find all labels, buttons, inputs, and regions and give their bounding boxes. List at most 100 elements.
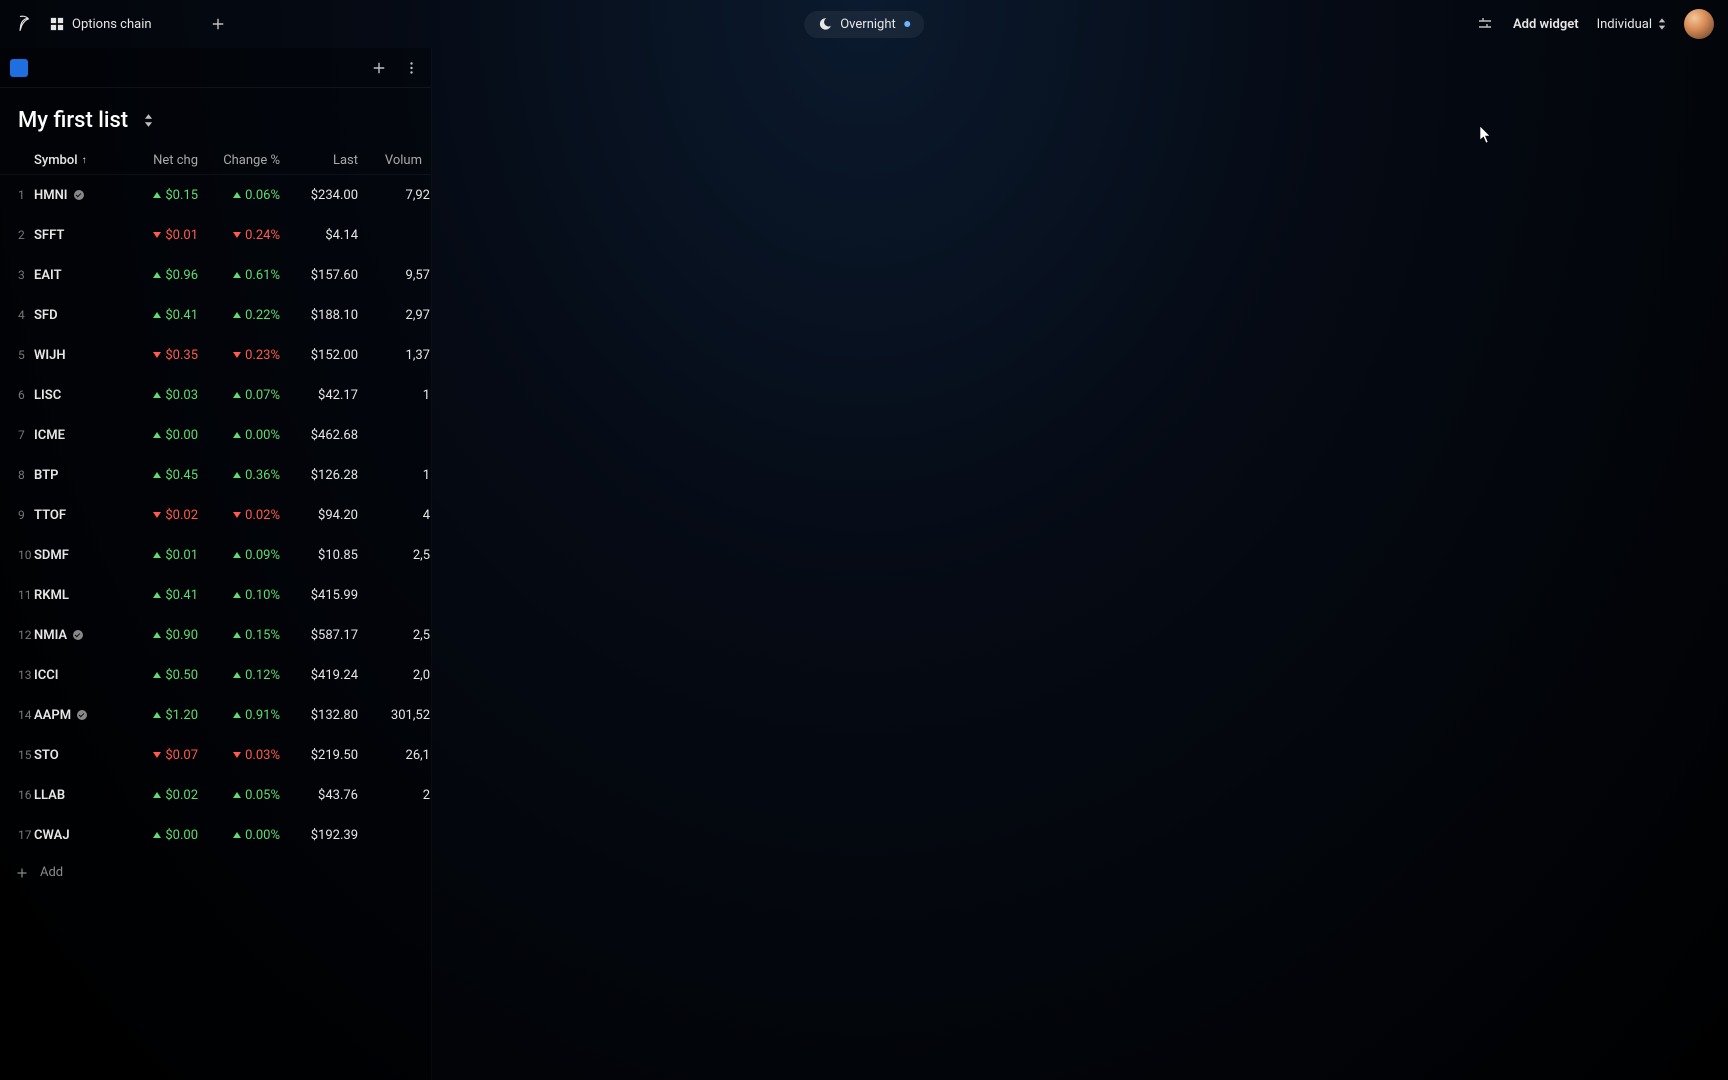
table-row[interactable]: 5WIJH$0.350.23%$152.001,37 — [0, 335, 431, 375]
table-row[interactable]: 15STO$0.070.03%$219.5026,1 — [0, 735, 431, 775]
topbar-center: Overnight — [804, 11, 924, 38]
row-index: 10 — [0, 548, 34, 562]
row-netchg: $0.02 — [153, 508, 206, 523]
add-symbol-button[interactable]: Add — [0, 855, 431, 890]
row-symbol: TTOF — [34, 508, 128, 523]
plus-icon — [16, 867, 28, 879]
account-label: Individual — [1597, 17, 1652, 32]
row-symbol: STO — [34, 748, 128, 763]
table-row[interactable]: 7ICME$0.000.00%$462.68 — [0, 415, 431, 455]
row-symbol: SDMF — [34, 548, 128, 563]
topbar-left: Options chain — [14, 12, 230, 36]
row-changepct: 0.06% — [233, 188, 288, 203]
market-session-chip[interactable]: Overnight — [804, 11, 924, 38]
table-row[interactable]: 14AAPM$1.200.91%$132.80301,52 — [0, 695, 431, 735]
row-changepct: 0.07% — [233, 388, 288, 403]
row-volume: 4 — [423, 508, 430, 523]
add-widget-button[interactable]: Add widget — [1513, 17, 1579, 32]
row-index: 5 — [0, 348, 34, 362]
verified-icon — [77, 710, 87, 720]
row-changepct: 0.91% — [233, 708, 288, 723]
cursor-icon — [1480, 126, 1492, 144]
table-row[interactable]: 17CWAJ$0.000.00%$192.39 — [0, 815, 431, 855]
row-last: $188.10 — [311, 308, 366, 323]
row-symbol: ICCI — [34, 668, 128, 683]
table-row[interactable]: 2SFFT$0.010.24%$4.14 — [0, 215, 431, 255]
col-header-last[interactable]: Last — [333, 153, 366, 168]
row-changepct: 0.00% — [233, 428, 288, 443]
row-netchg: $0.50 — [153, 668, 206, 683]
table-row[interactable]: 6LISC$0.030.07%$42.171 — [0, 375, 431, 415]
account-selector[interactable]: Individual — [1597, 17, 1666, 32]
row-last: $157.60 — [311, 268, 366, 283]
row-volume: 9,57 — [406, 268, 430, 283]
row-symbol: HMNI — [34, 188, 128, 203]
table-row[interactable]: 13ICCI$0.500.12%$419.242,0 — [0, 655, 431, 695]
table-row[interactable]: 11RKML$0.410.10%$415.99 — [0, 575, 431, 615]
row-index: 6 — [0, 388, 34, 402]
app-logo-icon[interactable] — [14, 13, 36, 35]
row-index: 4 — [0, 308, 34, 322]
row-volume: 2,0 — [413, 668, 430, 683]
row-netchg: $0.90 — [153, 628, 206, 643]
table-row[interactable]: 12NMIA$0.900.15%$587.172,5 — [0, 615, 431, 655]
watchlist-panel: My first list Symbol ↑ Net chg Change % … — [0, 48, 432, 1080]
row-index: 13 — [0, 668, 34, 682]
layout-settings-button[interactable] — [1475, 14, 1495, 34]
panel-add-button[interactable] — [369, 58, 389, 78]
table-row[interactable]: 9TTOF$0.020.02%$94.204 — [0, 495, 431, 535]
table-row[interactable]: 10SDMF$0.010.09%$10.852,5 — [0, 535, 431, 575]
row-netchg: $1.20 — [153, 708, 206, 723]
row-netchg: $0.41 — [153, 308, 206, 323]
row-last: $587.17 — [311, 628, 366, 643]
row-index: 16 — [0, 788, 34, 802]
avatar[interactable] — [1684, 9, 1714, 39]
row-index: 7 — [0, 428, 34, 442]
panel-tab-active[interactable] — [10, 59, 28, 77]
panel-tabstrip — [0, 48, 431, 88]
row-last: $234.00 — [311, 188, 366, 203]
row-changepct: 0.02% — [233, 508, 288, 523]
row-netchg: $0.00 — [153, 828, 206, 843]
table-row[interactable]: 3EAIT$0.960.61%$157.609,57 — [0, 255, 431, 295]
row-changepct: 0.15% — [233, 628, 288, 643]
row-symbol: NMIA — [34, 628, 128, 643]
row-symbol: CWAJ — [34, 828, 128, 843]
col-header-symbol[interactable]: Symbol ↑ — [34, 153, 128, 168]
list-selector-button[interactable] — [138, 111, 158, 131]
table-row[interactable]: 4SFD$0.410.22%$188.102,97 — [0, 295, 431, 335]
row-index: 1 — [0, 188, 34, 202]
row-last: $192.39 — [311, 828, 366, 843]
table-row[interactable]: 8BTP$0.450.36%$126.281 — [0, 455, 431, 495]
col-header-volume[interactable]: Volum — [385, 153, 430, 168]
row-changepct: 0.23% — [233, 348, 288, 363]
tab-label: Options chain — [72, 17, 152, 32]
row-netchg: $0.07 — [153, 748, 206, 763]
row-symbol: SFFT — [34, 228, 128, 243]
row-symbol: ICME — [34, 428, 128, 443]
row-volume: 301,52 — [391, 708, 430, 723]
new-tab-button[interactable] — [206, 12, 230, 36]
panel-more-button[interactable] — [401, 58, 421, 78]
row-index: 8 — [0, 468, 34, 482]
row-last: $219.50 — [311, 748, 366, 763]
table-row[interactable]: 16LLAB$0.020.05%$43.762 — [0, 775, 431, 815]
col-header-changepct[interactable]: Change % — [223, 153, 288, 168]
row-symbol: EAIT — [34, 268, 128, 283]
row-netchg: $0.00 — [153, 428, 206, 443]
add-label: Add — [40, 865, 63, 880]
row-changepct: 0.00% — [233, 828, 288, 843]
verified-icon — [74, 190, 84, 200]
row-last: $42.17 — [318, 388, 366, 403]
row-last: $126.28 — [311, 468, 366, 483]
sort-asc-icon: ↑ — [82, 155, 87, 166]
moon-icon — [818, 17, 832, 31]
verified-icon — [73, 630, 83, 640]
row-last: $4.14 — [325, 228, 366, 243]
tab-options-chain[interactable]: Options chain — [50, 17, 152, 32]
row-netchg: $0.01 — [153, 548, 206, 563]
row-index: 11 — [0, 588, 34, 602]
col-header-netchg[interactable]: Net chg — [153, 153, 206, 168]
table-row[interactable]: 1HMNI$0.150.06%$234.007,92 — [0, 175, 431, 215]
row-changepct: 0.61% — [233, 268, 288, 283]
